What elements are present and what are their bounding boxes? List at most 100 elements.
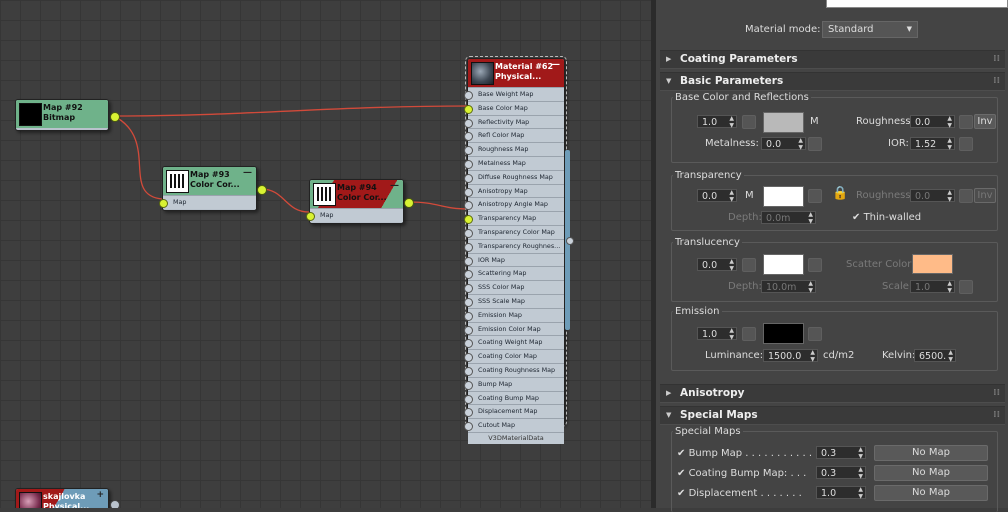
emission-weight-map-button[interactable] [742,327,756,341]
spinner-arrows-icon[interactable]: ▲ ▼ [729,327,734,341]
collapse-icon[interactable]: — [551,60,560,70]
translucency-color-map-button[interactable] [808,258,822,272]
input-socket[interactable] [464,132,473,142]
material-slot[interactable]: Coating Color Map [464,349,564,363]
transparency-weight-spinner[interactable]: 0.0 ▲ ▼ [697,189,737,202]
transparency-depth-spinner[interactable]: 0.0m ▲ ▼ [761,211,816,224]
input-socket[interactable] [464,408,473,418]
node-header[interactable]: Map #94 Color Cor... — [310,180,403,208]
input-socket[interactable] [464,311,473,321]
material-slot[interactable]: Base Weight Map [464,87,564,101]
material-slot[interactable]: SSS Color Map [464,280,564,294]
input-socket[interactable] [464,284,473,294]
material-slot[interactable]: Roughness Map [464,142,564,156]
collapse-icon[interactable]: — [390,181,399,191]
material-slot[interactable]: Metalness Map [464,155,564,170]
material-slot[interactable]: IOR Map [464,252,564,267]
input-socket[interactable] [464,353,473,363]
input-socket[interactable] [464,159,473,169]
input-socket[interactable] [306,212,315,221]
output-socket[interactable] [110,500,120,508]
material-slot[interactable]: Refl Color Map [464,128,564,143]
input-socket[interactable] [464,104,473,114]
node-material62[interactable]: Material #62 Physical... — Base Weight M… [464,56,567,444]
input-socket[interactable] [464,339,473,349]
spinner-arrows-icon[interactable]: ▲ ▼ [798,137,803,151]
input-socket[interactable] [464,380,473,390]
input-socket[interactable] [464,366,473,376]
input-socket[interactable] [464,201,473,211]
input-socket[interactable] [464,256,473,266]
input-socket[interactable] [464,118,473,128]
node-skajlovka[interactable]: skajlovka Physical... + [15,488,109,508]
material-slot[interactable]: Base Color Map [464,100,564,115]
spinner-arrows-icon[interactable]: ▲ ▼ [858,486,863,500]
spinner-arrows-icon[interactable]: ▲ ▼ [810,349,815,363]
material-slot[interactable]: Anisotropy Angle Map [464,197,564,212]
rollout-anisotropy[interactable]: ▶ Anisotropy ⁞⁞ [660,384,1005,403]
input-socket[interactable] [464,215,473,225]
special-map-amount-spinner[interactable]: 0.3 ▲ ▼ [816,446,866,459]
material-slot[interactable]: Scattering Map [464,266,564,281]
transparency-roughness-spinner[interactable]: 0.0 ▲ ▼ [910,189,955,202]
input-socket[interactable] [464,91,473,100]
map-button-m[interactable]: M [810,116,819,127]
scale-map-button[interactable] [959,280,973,294]
scatter-color-swatch[interactable] [912,254,953,274]
node-header[interactable]: Map #92 Bitmap [16,100,108,128]
luminance-spinner[interactable]: 1500.0 ▲ ▼ [763,349,818,362]
input-socket[interactable] [464,394,473,404]
translucency-weight-map-button[interactable] [742,258,756,272]
spinner-arrows-icon[interactable]: ▲ ▼ [729,189,734,203]
special-map-no-map-button[interactable]: No Map [874,465,988,481]
translucency-weight-spinner[interactable]: 0.0 ▲ ▼ [697,258,737,271]
map-button-m[interactable]: M [745,190,754,201]
spinner-arrows-icon[interactable]: ▲ ▼ [858,466,863,480]
collapse-icon[interactable]: — [243,168,252,178]
input-socket[interactable] [464,270,473,280]
roughness-spinner[interactable]: 0.0 ▲ ▼ [910,115,955,128]
translucency-color-swatch[interactable] [763,254,804,275]
material-slot[interactable]: Transparency Map [464,211,564,225]
material-slot[interactable]: Anisotropy Map [464,183,564,198]
input-socket[interactable] [464,297,473,307]
special-map-no-map-button[interactable]: No Map [874,445,988,461]
transparency-inv-button[interactable]: Inv [974,188,996,203]
spinner-arrows-icon[interactable]: ▲ ▼ [858,446,863,460]
material-slot[interactable]: Transparency Roughnes... [464,238,564,253]
rollout-basic-parameters[interactable]: ▼ Basic Parameters ⁞⁞ [660,72,1005,91]
output-socket[interactable] [404,198,414,208]
node-header[interactable]: Material #62 Physical... — [468,59,564,87]
material-slot[interactable]: Bump Map [464,376,564,391]
node-header[interactable]: Map #93 Color Cor... — [163,167,256,195]
input-socket[interactable] [464,242,473,252]
spinner-arrows-icon[interactable]: ▲ ▼ [729,115,734,129]
material-slot[interactable]: Reflectivity Map [464,114,564,129]
material-slot[interactable]: Coating Bump Map [464,390,564,405]
material-slot[interactable]: Emission Color Map [464,321,564,336]
transparency-roughness-map-button[interactable] [959,189,973,203]
node-editor-canvas[interactable]: Map #92 Bitmap Map #93 Color Cor... — Ma… [0,0,651,508]
material-mode-dropdown[interactable]: Standard ▼ [822,21,918,38]
material-slot[interactable]: Coating Roughness Map [464,362,564,377]
material-slot[interactable]: Transparency Color Map [464,224,564,239]
spinner-arrows-icon[interactable]: ▲ ▼ [947,189,952,203]
emission-weight-spinner[interactable]: 1.0 ▲ ▼ [697,327,737,340]
material-slot[interactable]: Emission Map [464,307,564,322]
rollout-coating-parameters[interactable]: ▶ Coating Parameters ⁞⁞ [660,50,1005,69]
special-map-amount-spinner[interactable]: 0.3 ▲ ▼ [816,466,866,479]
input-socket[interactable] [464,228,473,238]
special-map-no-map-button[interactable]: No Map [874,485,988,501]
kelvin-spinner[interactable]: 6500. ▲ ▼ [914,349,956,362]
spinner-arrows-icon[interactable]: ▲ ▼ [808,280,813,294]
material-slot[interactable]: SSS Scale Map [464,293,564,308]
node-map94[interactable]: Map #94 Color Cor... — Map [306,179,404,224]
spinner-arrows-icon[interactable]: ▲ ▼ [808,211,813,225]
transparency-color-swatch[interactable] [763,186,804,207]
special-map-checkbox[interactable]: ✔ Coating Bump Map: . . . [677,468,806,479]
input-socket[interactable] [464,173,473,183]
material-slot[interactable]: Displacement Map [464,404,564,419]
output-socket[interactable] [110,112,120,122]
material-slot[interactable]: Diffuse Roughness Map [464,169,564,184]
node-header[interactable]: skajlovka Physical... + [16,489,108,508]
